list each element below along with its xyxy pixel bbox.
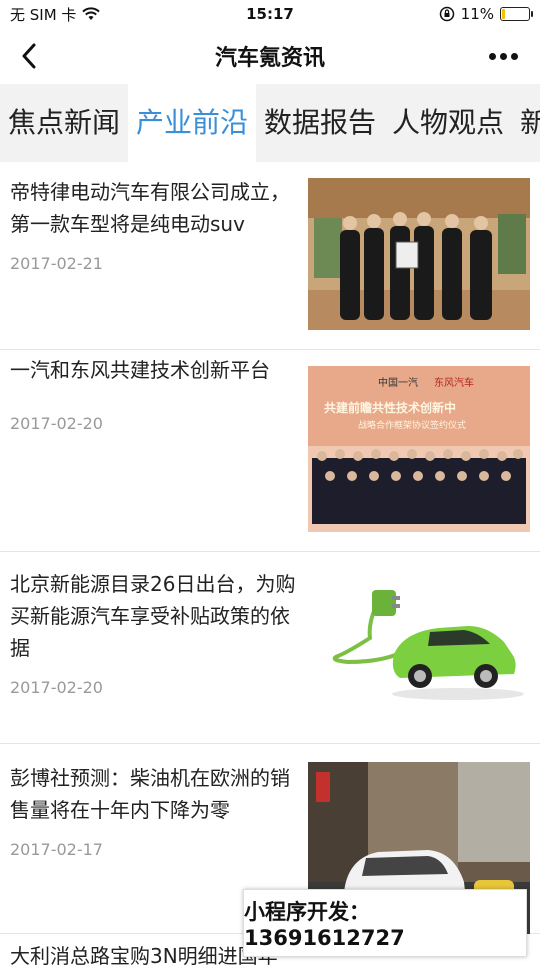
tab-industry-frontier[interactable]: 产业前沿: [128, 84, 257, 162]
article-thumbnail: 中国一汽 东风汽车 共建前瞻共性技术创新中 战略合作框架协议签约仪式: [308, 366, 530, 532]
list-item[interactable]: 北京新能源目录26日出台，为购买新能源汽车享受补贴政策的依据 2017-02-2…: [0, 552, 540, 744]
category-tabs[interactable]: 焦点新闻 产业前沿 数据报告 人物观点新: [0, 84, 540, 162]
article-date: 2017-02-20: [10, 414, 103, 433]
back-button[interactable]: [14, 40, 44, 72]
watermark-banner: 小程序开发：13691612727: [243, 889, 527, 957]
list-item[interactable]: 一汽和东风共建技术创新平台 2017-02-20 中国一汽 东风汽车 共建前瞻共…: [0, 350, 540, 552]
article-thumbnail: [308, 582, 530, 734]
banner-logo-faw: 中国一汽: [378, 376, 418, 389]
more-dot: [500, 52, 507, 60]
banner-logo-dongfeng: 东风汽车: [434, 376, 474, 389]
more-dot: [511, 52, 518, 60]
article-thumbnail: [308, 178, 530, 330]
tab-new-partial[interactable]: 新: [512, 84, 540, 162]
battery-level: [502, 9, 505, 19]
partial-article-title: 大利消总路宝购3N明细进国年: [10, 944, 278, 968]
article-title: 北京新能源目录26日出台，为购买新能源汽车享受补贴政策的依据: [10, 572, 296, 660]
article-date: 2017-02-20: [10, 678, 103, 697]
status-left: 无 SIM 卡: [10, 4, 101, 25]
more-dot: [489, 52, 496, 60]
more-button[interactable]: [489, 42, 518, 70]
battery-percent: 11%: [460, 5, 494, 23]
ceremony-photo: [308, 178, 530, 330]
news-feed: 帝特律电动汽车有限公司成立，第一款车型将是纯电动suv 2017-02-21 一…: [0, 162, 540, 968]
wifi-icon: [82, 7, 101, 20]
tab-data-reports[interactable]: 数据报告: [256, 84, 384, 162]
page-title: 汽车氪资讯: [214, 46, 325, 71]
article-title: 彭博社预测：柴油机在欧洲的销售量将在十年内下降为零: [10, 766, 290, 822]
tab-people-views[interactable]: 人物观点: [384, 84, 512, 162]
article-title: 帝特律电动汽车有限公司成立，第一款车型将是纯电动suv: [10, 180, 290, 236]
article-title: 一汽和东风共建技术创新平台: [10, 358, 270, 382]
tab-focus-news[interactable]: 焦点新闻: [0, 84, 128, 162]
article-date: 2017-02-21: [10, 254, 103, 273]
article-date: 2017-02-17: [10, 840, 103, 859]
battery-icon: [500, 7, 533, 21]
carrier-label: 无 SIM 卡: [10, 5, 77, 24]
watermark-text: 小程序开发：13691612727: [244, 900, 405, 950]
status-bar: 无 SIM 卡 15:17 11%: [0, 0, 540, 28]
signing-ceremony-photo: 中国一汽 东风汽车 共建前瞻共性技术创新中 战略合作框架协议签约仪式: [308, 366, 530, 532]
chevron-left-icon: [22, 43, 36, 69]
orientation-lock-icon: [439, 6, 454, 22]
list-item[interactable]: 帝特律电动汽车有限公司成立，第一款车型将是纯电动suv 2017-02-21: [0, 162, 540, 350]
banner-line-2: 战略合作框架协议签约仪式: [358, 419, 466, 431]
electric-car-illustration: [332, 590, 524, 700]
banner-line-1: 共建前瞻共性技术创新中: [324, 400, 456, 415]
status-right: 11%: [439, 5, 533, 23]
navigation-bar: 汽车氪资讯: [0, 28, 540, 84]
